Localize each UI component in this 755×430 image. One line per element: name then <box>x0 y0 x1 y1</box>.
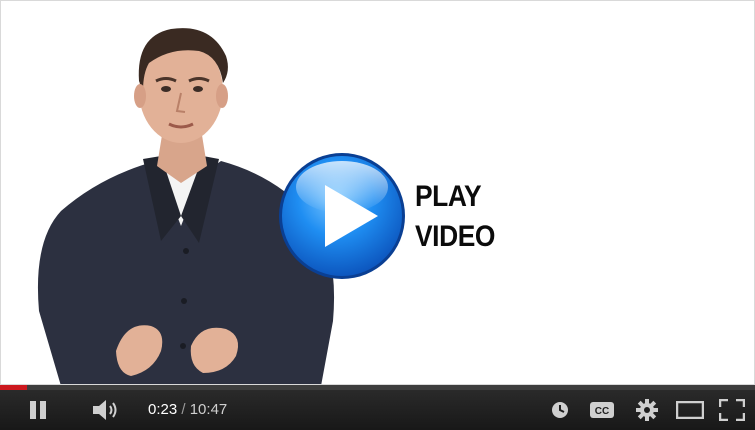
control-bar: 0:23 / 10:47 CC <box>0 390 755 430</box>
settings-button[interactable] <box>633 390 661 430</box>
video-player: PLAY VIDEO 0:23 / 10:47 CC <box>0 0 755 430</box>
time-display: 0:23 / 10:47 <box>148 390 227 430</box>
pause-icon <box>30 401 46 419</box>
duration: 10:47 <box>189 401 228 418</box>
play-label-line1: PLAY <box>415 180 482 213</box>
play-overlay-button[interactable] <box>277 151 407 281</box>
fullscreen-icon <box>719 399 745 421</box>
pause-button[interactable] <box>18 390 58 430</box>
current-time: 0:23 <box>148 401 178 418</box>
time-separator: / <box>177 401 190 418</box>
play-video-label: PLAY VIDEO <box>415 177 495 257</box>
play-circle-icon <box>279 153 405 279</box>
theater-mode-button[interactable] <box>674 390 706 430</box>
watch-later-button[interactable] <box>548 390 572 430</box>
volume-button[interactable] <box>86 390 126 430</box>
cc-label: CC <box>595 406 609 417</box>
fullscreen-button[interactable] <box>716 390 748 430</box>
theater-mode-icon <box>676 401 704 419</box>
gear-icon <box>636 399 658 421</box>
volume-icon <box>93 400 117 420</box>
cc-icon: CC <box>590 402 614 418</box>
captions-button[interactable]: CC <box>588 390 616 430</box>
video-frame[interactable]: PLAY VIDEO <box>0 0 755 385</box>
clock-icon <box>552 402 568 418</box>
play-label-line2: VIDEO <box>415 220 495 253</box>
